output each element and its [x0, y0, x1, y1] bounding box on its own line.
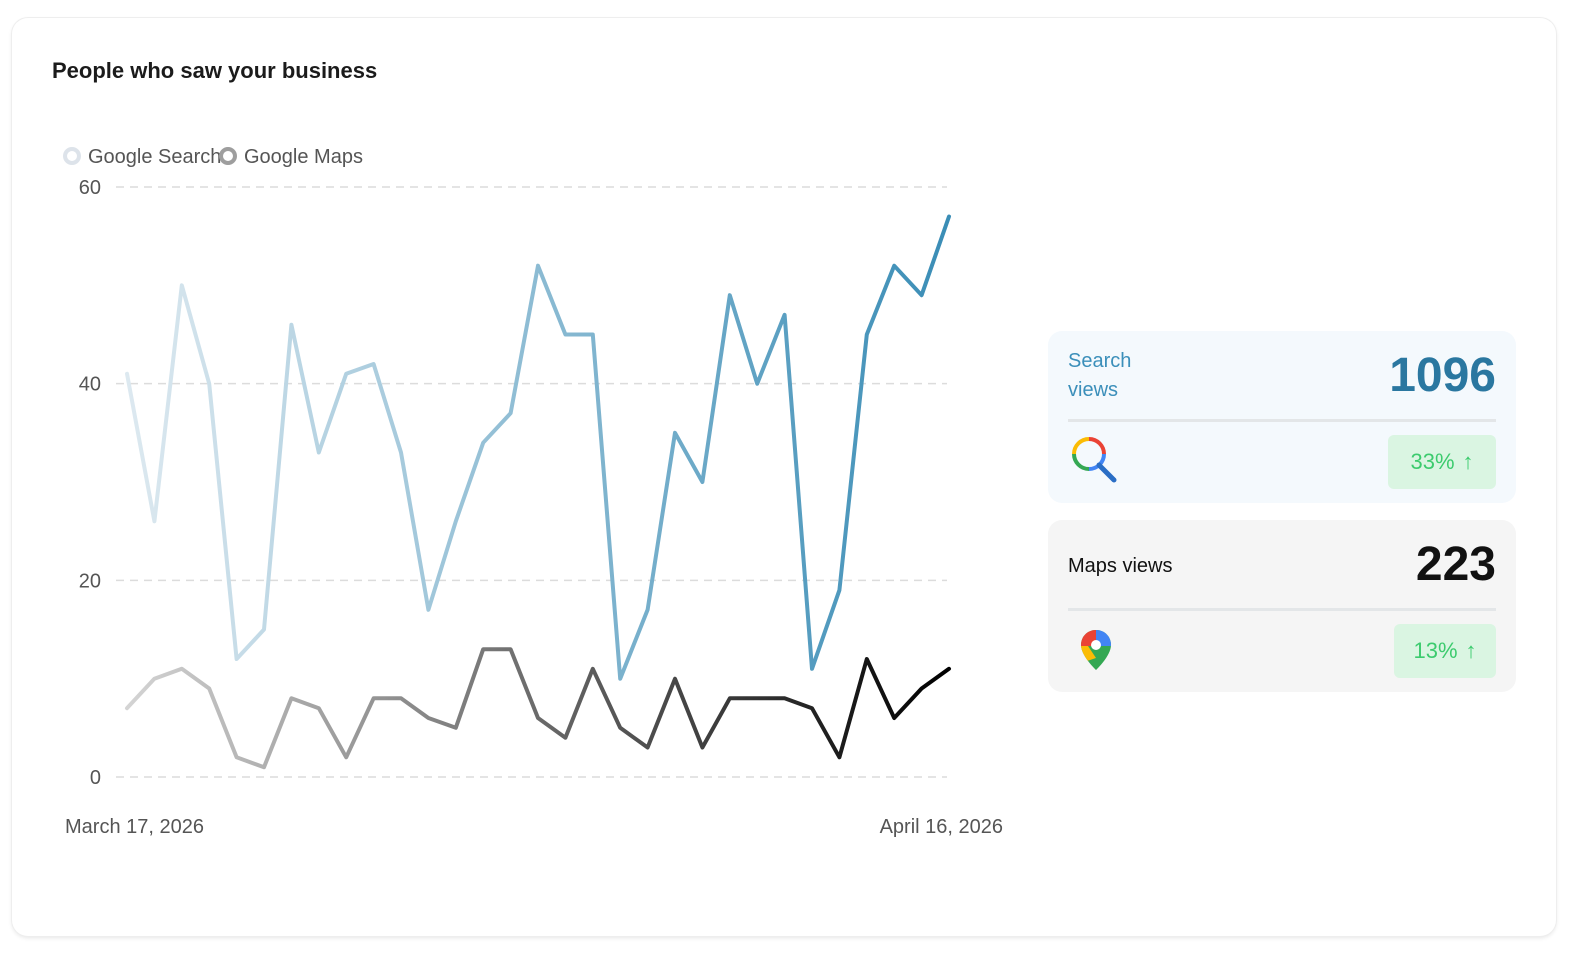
y-axis-ticks: 0 20 40 60 — [79, 177, 101, 789]
maps-views-change: 13% — [1413, 638, 1458, 663]
maps-views-label: Maps views — [1068, 555, 1173, 577]
x-axis-end-date: April 16, 2026 — [880, 816, 1003, 838]
views-line-chart: Google Search Google Maps 0 20 40 60 March … — [63, 146, 1003, 838]
maps-views-change-badge: 13% ↑ — [1394, 624, 1496, 678]
google-search-icon — [1068, 435, 1120, 492]
series-line-google-maps — [125, 647, 951, 770]
chart-series — [125, 214, 951, 770]
x-axis-start-date: March 17, 2026 — [65, 816, 204, 838]
y-tick-label: 60 — [79, 177, 101, 199]
search-views-value: 1096 — [1389, 349, 1496, 402]
google-maps-pin-icon — [1068, 624, 1120, 681]
legend-label-google-search: Google Search — [88, 146, 221, 168]
legend-label-google-maps: Google Maps — [244, 146, 363, 168]
legend-item-google-search[interactable]: Google Search — [63, 146, 221, 168]
y-tick-label: 40 — [79, 374, 101, 396]
search-views-divider — [1068, 419, 1496, 422]
search-views-change: 33% — [1410, 449, 1455, 474]
chart-grid — [116, 186, 947, 778]
legend-item-google-maps[interactable]: Google Maps — [219, 146, 363, 168]
chart-legend: Google Search Google Maps — [63, 146, 363, 168]
maps-views-card: Maps views 223 13% ↑ — [1048, 520, 1516, 692]
legend-marker-google-search — [63, 147, 81, 165]
maps-views-value: 223 — [1415, 538, 1496, 591]
maps-views-divider — [1068, 608, 1496, 611]
views-card: People who saw your business Google Sear… — [12, 18, 1556, 936]
search-views-label: Search views — [1068, 350, 1132, 401]
search-views-change-badge: 33% ↑ — [1388, 435, 1496, 489]
y-tick-label: 0 — [90, 767, 101, 789]
search-views-card: Search views 1096 33% ↑ — [1048, 331, 1516, 503]
y-tick-label: 20 — [79, 570, 101, 592]
series-line-google-search — [125, 214, 951, 681]
arrow-up-icon: ↑ — [1465, 638, 1477, 663]
arrow-up-icon: ↑ — [1462, 449, 1474, 474]
legend-marker-google-maps — [219, 147, 237, 165]
